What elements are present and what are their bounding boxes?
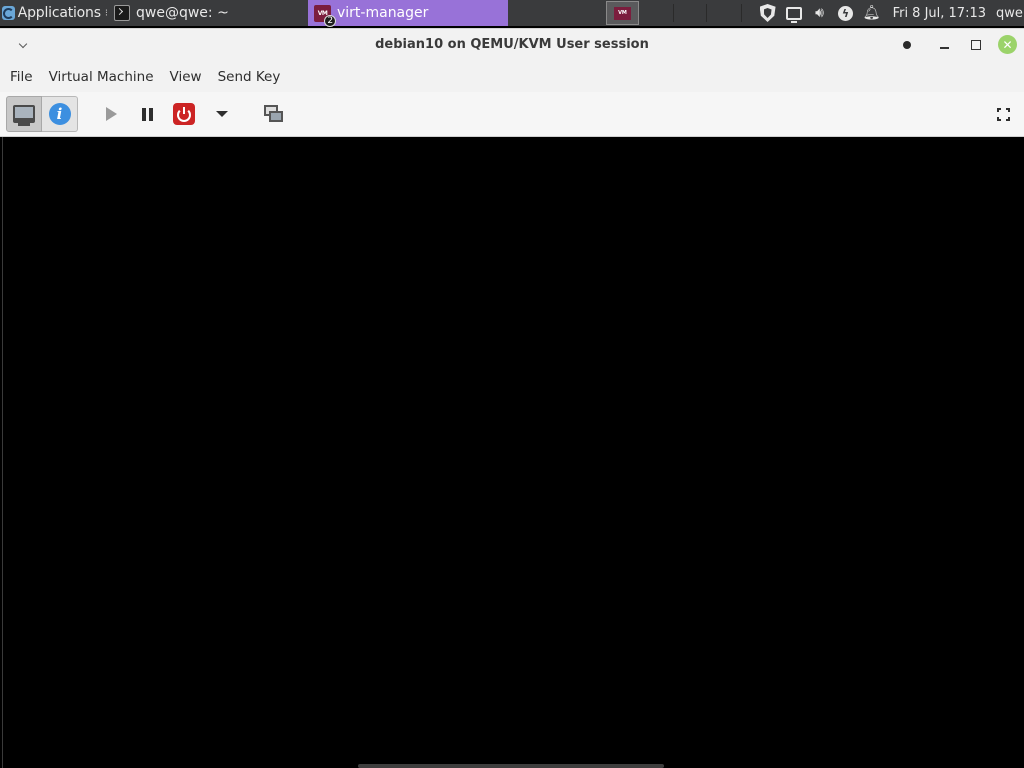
terminal-icon	[114, 5, 130, 21]
volume-icon[interactable]: 🔊︎	[807, 0, 833, 26]
panel-separator	[741, 4, 742, 22]
window-titlebar[interactable]: debian10 on QEMU/KVM User session	[0, 28, 1024, 61]
menu-file[interactable]: File	[2, 69, 41, 85]
power-icon	[173, 103, 195, 125]
fullscreen-button[interactable]	[985, 96, 1021, 132]
taskbar-item-label: qwe@qwe: ~	[136, 5, 229, 21]
snapshots-icon	[264, 105, 284, 123]
shutdown-button[interactable]	[166, 96, 202, 132]
show-details-button[interactable]: i	[42, 96, 78, 132]
menu-virtual-machine[interactable]: Virtual Machine	[41, 69, 162, 85]
shield-icon[interactable]	[755, 0, 781, 26]
menu-view[interactable]: View	[162, 69, 210, 85]
window-count-badge: 2	[324, 14, 336, 27]
monitor-icon	[13, 105, 35, 126]
vm-console-display[interactable]	[2, 137, 1024, 768]
info-icon: i	[48, 103, 71, 125]
panel-separator	[706, 4, 707, 22]
pause-button[interactable]	[129, 96, 165, 132]
close-button[interactable]: ✕	[998, 35, 1017, 54]
power-manager-icon[interactable]: ϟ	[833, 0, 859, 26]
console-scrollbar[interactable]	[358, 764, 664, 768]
user-menu[interactable]: qwe	[996, 6, 1024, 21]
play-icon	[106, 107, 117, 121]
applications-menu-button[interactable]: Applications ⁝	[0, 0, 108, 26]
system-tray: 🔊︎ ϟ 🔔︎ Fri 8 Jul, 17:13 qwe	[755, 0, 1024, 26]
minimize-button[interactable]	[935, 36, 953, 54]
applications-label: Applications	[17, 5, 101, 21]
clock[interactable]: Fri 8 Jul, 17:13	[893, 6, 986, 21]
show-console-button[interactable]	[6, 96, 42, 132]
display-icon[interactable]	[781, 0, 807, 26]
taskbar-item-label: virt-manager	[337, 5, 429, 21]
workspace-switcher[interactable]: VM	[606, 1, 639, 25]
toolbar: i	[0, 92, 1024, 137]
run-button[interactable]	[92, 96, 128, 132]
snapshots-button[interactable]	[256, 96, 292, 132]
maximize-button[interactable]	[967, 36, 985, 54]
virt-manager-icon: VM 2	[314, 4, 336, 27]
sticky-button[interactable]	[898, 36, 916, 54]
close-icon: ✕	[1002, 37, 1013, 52]
top-panel: Applications ⁝ qwe@qwe: ~ VM 2 virt-mana…	[0, 0, 1024, 27]
caret-down-icon	[216, 111, 228, 117]
notification-bell-icon[interactable]: 🔔︎	[859, 0, 885, 26]
menu-send-key[interactable]: Send Key	[210, 69, 289, 85]
xfce-logo-icon	[2, 6, 15, 20]
fullscreen-icon	[996, 107, 1010, 121]
menubar: File Virtual Machine View Send Key	[0, 61, 1024, 92]
taskbar-item-terminal[interactable]: qwe@qwe: ~	[108, 0, 308, 26]
shutdown-menu-button[interactable]	[204, 96, 240, 132]
pause-icon	[141, 107, 153, 121]
window-title: debian10 on QEMU/KVM User session	[375, 37, 649, 52]
panel-separator	[673, 4, 674, 22]
workspace-window-icon: VM	[614, 6, 631, 20]
taskbar-item-virt-manager[interactable]: VM 2 virt-manager	[308, 0, 508, 27]
